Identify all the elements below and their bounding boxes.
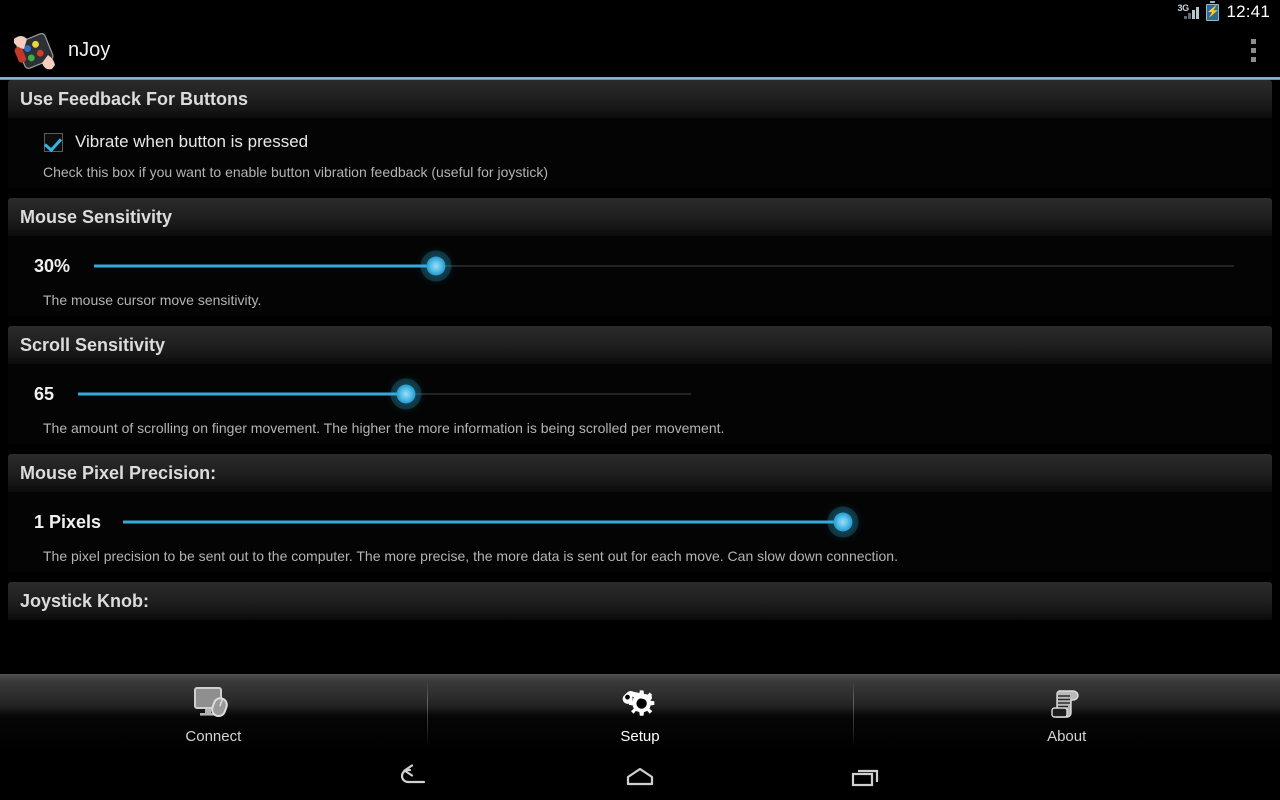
preference-section-joystick-knob: Joystick Knob: xyxy=(0,582,1280,620)
vibrate-checkbox-label: Vibrate when button is pressed xyxy=(75,132,309,151)
overflow-menu-icon[interactable] xyxy=(1240,31,1266,71)
scroll-sensitivity-slider-row[interactable]: 65 xyxy=(8,364,1272,408)
gear-wrench-icon xyxy=(620,684,660,724)
clock-label: 12:41 xyxy=(1226,2,1270,21)
signal-bars-icon xyxy=(1184,7,1200,19)
back-icon[interactable] xyxy=(386,760,442,794)
pixel-precision-slider[interactable] xyxy=(123,507,853,537)
section-body: 65 The amount of scrolling on finger mov… xyxy=(8,364,1272,444)
section-divider xyxy=(0,316,1280,326)
settings-list[interactable]: Use Feedback For Buttons Vibrate when bu… xyxy=(0,80,1280,674)
signal-3g-icon: 3G xyxy=(1177,3,1200,20)
section-title: Mouse Pixel Precision: xyxy=(20,462,217,483)
preference-summary: The amount of scrolling on finger moveme… xyxy=(43,420,725,436)
tab-connect[interactable]: Connect xyxy=(0,675,427,754)
status-bar: 3G ⚡ 12:41 xyxy=(0,0,1280,24)
preference-summary: The mouse cursor move sensitivity. xyxy=(43,292,262,308)
section-title: Scroll Sensitivity xyxy=(20,334,166,355)
app-bar: nJoy xyxy=(0,24,1280,77)
slider-thumb[interactable] xyxy=(833,512,853,532)
section-body: Vibrate when button is pressed Check thi… xyxy=(8,118,1272,188)
section-title: Joystick Knob: xyxy=(20,590,150,611)
section-header: Scroll Sensitivity xyxy=(8,326,1272,364)
section-title: Mouse Sensitivity xyxy=(20,206,173,227)
preference-summary: The pixel precision to be sent out to th… xyxy=(43,548,898,564)
section-body: 30% The mouse cursor move sensitivity. xyxy=(8,236,1272,316)
njoy-app-icon xyxy=(12,29,58,73)
android-navigation-bar xyxy=(0,754,1280,800)
slider-thumb[interactable] xyxy=(426,256,446,276)
slider-value-label: 1 Pixels xyxy=(34,511,102,532)
mouse-sensitivity-slider-row[interactable]: 30% xyxy=(8,236,1272,280)
preference-section-scroll-sensitivity: Scroll Sensitivity 65 The amount of scro… xyxy=(0,326,1280,444)
section-header: Joystick Knob: xyxy=(8,582,1272,620)
android-screen: 3G ⚡ 12:41 nJoy Use Feedback For Buttons… xyxy=(0,0,1280,800)
scroll-document-icon xyxy=(1047,684,1087,724)
vibrate-checkbox-row[interactable]: Vibrate when button is pressed xyxy=(8,118,1272,152)
slider-fill xyxy=(123,520,844,524)
slider-fill xyxy=(78,392,407,396)
slider-value-label: 65 xyxy=(34,383,55,404)
home-icon[interactable] xyxy=(612,760,668,794)
monitor-mouse-icon xyxy=(192,684,234,724)
bottom-tab-bar: Connect Setup About xyxy=(0,674,1280,754)
tab-setup[interactable]: Setup xyxy=(426,675,854,754)
section-divider xyxy=(0,444,1280,454)
section-header: Mouse Sensitivity xyxy=(8,198,1272,236)
section-header: Use Feedback For Buttons xyxy=(8,80,1272,118)
tab-about[interactable]: About xyxy=(853,675,1280,754)
section-divider xyxy=(0,188,1280,198)
tab-label: About xyxy=(1047,728,1087,745)
slider-value-label: 30% xyxy=(34,255,71,276)
app-title: nJoy xyxy=(68,39,111,61)
section-divider xyxy=(0,572,1280,582)
pixel-precision-slider-row[interactable]: 1 Pixels xyxy=(8,492,1272,536)
tab-label: Setup xyxy=(620,728,660,745)
preference-section-mouse-sensitivity: Mouse Sensitivity 30% The mouse cursor m… xyxy=(0,198,1280,316)
tab-label: Connect xyxy=(185,728,242,745)
preference-summary: Check this box if you want to enable but… xyxy=(43,164,549,180)
scroll-sensitivity-slider[interactable] xyxy=(78,379,692,409)
vibrate-checkbox[interactable] xyxy=(44,132,63,152)
preference-section-feedback: Use Feedback For Buttons Vibrate when bu… xyxy=(0,80,1280,188)
slider-fill xyxy=(94,264,437,268)
battery-charging-icon: ⚡ xyxy=(1206,0,1220,21)
section-header: Mouse Pixel Precision: xyxy=(8,454,1272,492)
section-body: 1 Pixels The pixel precision to be sent … xyxy=(8,492,1272,572)
preference-section-pixel-precision: Mouse Pixel Precision: 1 Pixels The pixe… xyxy=(0,454,1280,572)
slider-thumb[interactable] xyxy=(396,384,416,404)
mouse-sensitivity-slider[interactable] xyxy=(94,251,1235,281)
section-title: Use Feedback For Buttons xyxy=(20,88,249,109)
recents-icon[interactable] xyxy=(838,760,894,794)
